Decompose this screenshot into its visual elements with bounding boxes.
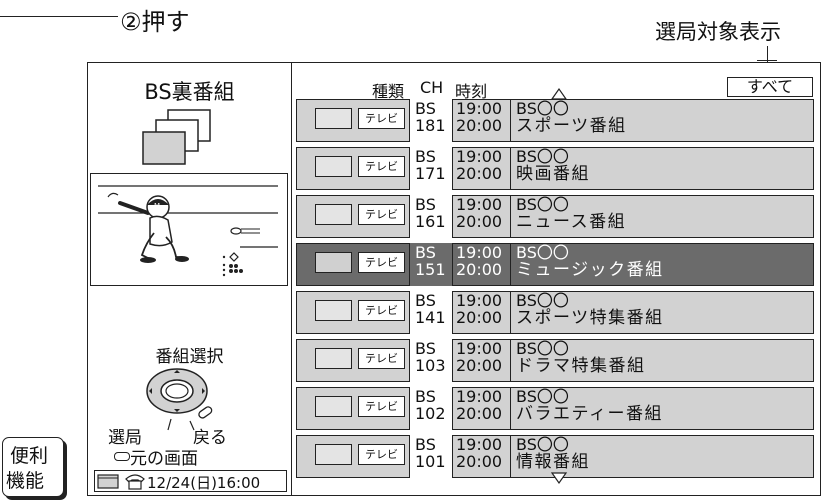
program-row[interactable]: テレビ BS 161 19:00 20:00 BS〇〇 ニュース番組 (296, 195, 814, 238)
start-time: 19:00 (456, 99, 503, 118)
program-title: 情報番組 (516, 452, 590, 472)
end-time: 20:00 (456, 116, 503, 135)
callout-line (0, 16, 118, 17)
original-screen-label: 元の画面 (130, 449, 198, 469)
divider (510, 339, 511, 382)
convenience-label-1: 便利 (10, 445, 49, 467)
program-thumbnail-box (315, 156, 352, 177)
callout-tick (757, 60, 777, 61)
channel-number: 181 (415, 116, 446, 135)
channel-number: 101 (415, 452, 446, 471)
type-badge: テレビ (358, 396, 405, 417)
svg-text:M: M (154, 202, 160, 210)
band-label: BS (415, 435, 436, 454)
start-time: 19:00 (456, 147, 503, 166)
program-title: ドラマ特集番組 (516, 356, 646, 376)
divider (510, 99, 511, 142)
band-label: BS (415, 291, 436, 310)
band-label: BS (415, 99, 436, 118)
divider (510, 291, 511, 334)
program-thumbnail-box (315, 108, 352, 129)
channel-number: 141 (415, 308, 446, 327)
program-thumbnail-box (315, 444, 352, 465)
end-time: 20:00 (456, 404, 503, 423)
program-title: ニュース番組 (516, 212, 627, 232)
type-badge: テレビ (358, 300, 405, 321)
program-title: バラエティー番組 (516, 404, 663, 424)
station-name: BS〇〇 (516, 435, 569, 454)
band-label: BS (415, 147, 436, 166)
program-row[interactable]: テレビ BS 181 19:00 20:00 BS〇〇 スポーツ番組 (296, 99, 814, 142)
clock: 12/24(日)16:00 (147, 474, 261, 492)
channel-number: 161 (415, 212, 446, 231)
start-time: 19:00 (456, 291, 503, 310)
end-time: 20:00 (456, 356, 503, 375)
station-name: BS〇〇 (516, 243, 569, 262)
start-time: 19:00 (456, 339, 503, 358)
channel-number: 102 (415, 404, 446, 423)
station-name: BS〇〇 (516, 387, 569, 406)
program-row[interactable]: テレビ BS 141 19:00 20:00 BS〇〇 スポーツ特集番組 (296, 291, 814, 334)
band-label: BS (415, 243, 436, 262)
program-thumbnail-box (315, 300, 352, 321)
program-row[interactable]: テレビ BS 103 19:00 20:00 BS〇〇 ドラマ特集番組 (296, 339, 814, 382)
band-label: BS (415, 195, 436, 214)
divider (510, 195, 511, 238)
original-screen-button-icon[interactable] (114, 452, 130, 461)
band-label: BS (415, 339, 436, 358)
start-time: 19:00 (456, 195, 503, 214)
type-badge: テレビ (358, 444, 405, 465)
program-row[interactable]: テレビ BS 171 19:00 20:00 BS〇〇 映画番組 (296, 147, 814, 190)
type-badge: テレビ (358, 108, 405, 129)
type-badge: テレビ (358, 348, 405, 369)
station-name: BS〇〇 (516, 147, 569, 166)
convenience-label-2: 機能 (6, 470, 45, 492)
divider (510, 387, 511, 430)
end-time: 20:00 (456, 260, 503, 279)
down-arrow-icon[interactable] (550, 471, 568, 485)
station-name: BS〇〇 (516, 291, 569, 310)
program-thumbnail-box (315, 348, 352, 369)
divider (510, 435, 511, 478)
start-time: 19:00 (456, 435, 503, 454)
start-time: 19:00 (456, 387, 503, 406)
program-title: スポーツ番組 (516, 116, 627, 136)
channel-number: 151 (415, 260, 446, 279)
divider (510, 147, 511, 190)
type-badge: テレビ (358, 252, 405, 273)
program-row[interactable]: テレビ BS 151 19:00 20:00 BS〇〇 ミュージック番組 (296, 243, 814, 286)
divider (510, 243, 511, 286)
step-label: ②押す (120, 8, 190, 36)
phone-icon (125, 474, 145, 490)
start-time: 19:00 (456, 243, 503, 262)
station-name: BS〇〇 (516, 339, 569, 358)
channel-number: 171 (415, 164, 446, 183)
program-row[interactable]: テレビ BS 102 19:00 20:00 BS〇〇 バラエティー番組 (296, 387, 814, 430)
baseball-player-image: M (98, 185, 278, 277)
end-time: 20:00 (456, 452, 503, 471)
multi-screen-icon (142, 109, 211, 165)
band-label: BS (415, 387, 436, 406)
end-time: 20:00 (456, 164, 503, 183)
program-title: スポーツ特集番組 (516, 308, 664, 328)
header-ch: CH (420, 78, 444, 97)
program-thumbnail-box (315, 204, 352, 225)
program-title: 映画番組 (516, 164, 590, 184)
station-name: BS〇〇 (516, 195, 569, 214)
all-stations-button[interactable]: すべて (727, 77, 813, 97)
type-badge: テレビ (358, 204, 405, 225)
program-thumbnail-box (315, 252, 352, 273)
station-display-label: 選局対象表示 (655, 20, 781, 44)
type-badge: テレビ (358, 156, 405, 177)
program-thumbnail-box (315, 396, 352, 417)
back-label: 戻る (193, 428, 227, 448)
end-time: 20:00 (456, 212, 503, 231)
program-title: ミュージック番組 (516, 260, 664, 280)
panel-title: BS裏番組 (144, 80, 235, 104)
end-time: 20:00 (456, 308, 503, 327)
station-name: BS〇〇 (516, 99, 569, 118)
channel-number: 103 (415, 356, 446, 375)
